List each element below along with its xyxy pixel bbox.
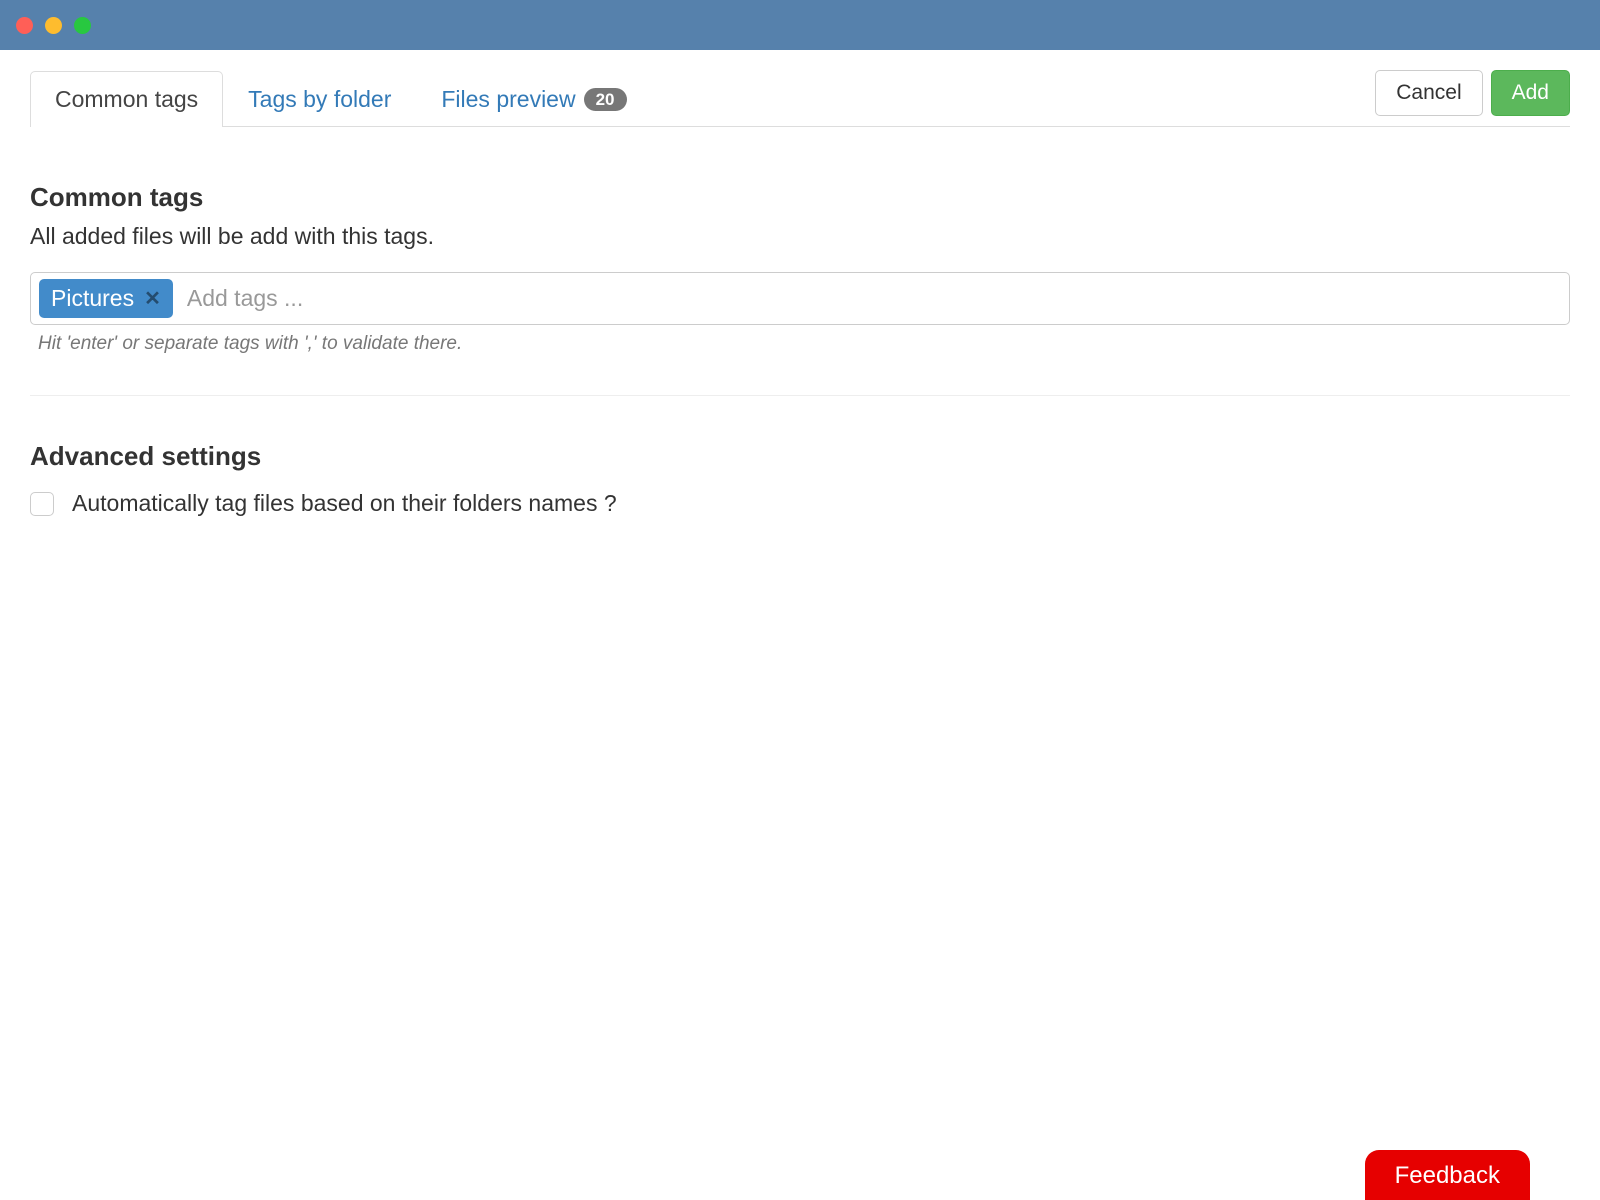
tag-remove-icon[interactable]: ✕	[144, 289, 161, 309]
auto-tag-checkbox[interactable]	[30, 492, 54, 516]
window-close-icon[interactable]	[16, 17, 33, 34]
feedback-button[interactable]: Feedback	[1365, 1150, 1530, 1200]
auto-tag-label: Automatically tag files based on their f…	[72, 490, 617, 517]
tab-tags-by-folder[interactable]: Tags by folder	[223, 71, 416, 127]
common-tags-description: All added files will be add with this ta…	[30, 223, 1570, 250]
common-tags-section: Common tags All added files will be add …	[30, 127, 1570, 355]
window-zoom-icon[interactable]	[74, 17, 91, 34]
advanced-settings-section: Advanced settings Automatically tag file…	[30, 396, 1570, 517]
tab-files-preview[interactable]: Files preview 20	[416, 71, 651, 127]
window-titlebar	[0, 0, 1600, 50]
common-tags-heading: Common tags	[30, 182, 1570, 213]
tags-hint: Hit 'enter' or separate tags with ',' to…	[30, 333, 1570, 355]
tags-text-input[interactable]	[183, 279, 1561, 318]
window-minimize-icon[interactable]	[45, 17, 62, 34]
tags-input-container[interactable]: Pictures ✕	[30, 272, 1570, 325]
tab-common-tags[interactable]: Common tags	[30, 71, 223, 127]
tag-chip: Pictures ✕	[39, 279, 173, 318]
tab-files-preview-label: Files preview	[441, 86, 575, 113]
tabs-bar: Common tags Tags by folder Files preview…	[30, 50, 1570, 127]
advanced-settings-heading: Advanced settings	[30, 441, 1570, 472]
files-preview-count-badge: 20	[584, 88, 627, 111]
tag-chip-label: Pictures	[51, 285, 134, 312]
